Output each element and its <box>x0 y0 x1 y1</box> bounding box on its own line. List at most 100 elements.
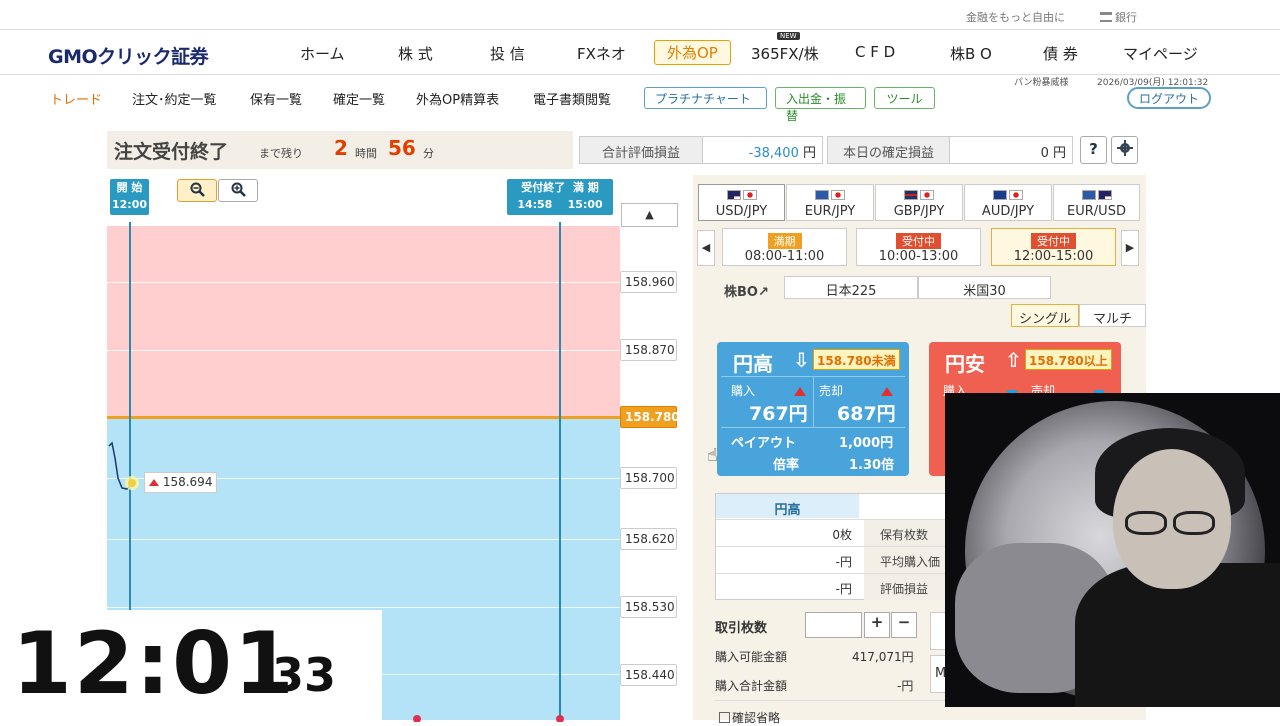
nav-365fx-label: 365FX/株 <box>751 45 819 63</box>
remaining-hours: 2 <box>334 136 348 160</box>
above-strike-zone <box>107 226 620 418</box>
close-time: 14:58 <box>517 198 553 211</box>
nav-cfd[interactable]: C F D <box>855 43 895 61</box>
next-session-button[interactable]: ▶ <box>1121 230 1139 266</box>
nav-fxneo[interactable]: FXネオ <box>577 43 626 64</box>
pair-label: GBP/JPY <box>893 204 945 219</box>
chart-markers <box>413 715 564 722</box>
positions-header: 円高 <box>716 494 859 518</box>
pair-eurusd[interactable]: EUR/USD <box>1053 184 1140 221</box>
nav-bonds[interactable]: 債 券 <box>1043 43 1078 64</box>
tagline-link[interactable]: 金融をもっと自由に <box>966 9 1065 25</box>
session-1200[interactable]: 受付中 12:00-15:00 <box>991 228 1116 266</box>
subnav-orders[interactable]: 注文･約定一覧 <box>132 89 217 108</box>
yen-high-card[interactable]: 円高 ⇩ 158.780未満 購入 売却 767円 687円 ペイアウト 1,0… <box>717 342 909 476</box>
expiry-time: 15:00 <box>567 198 603 211</box>
pair-audjpy[interactable]: AUD/JPY <box>964 184 1052 221</box>
pair-gbpjpy[interactable]: GBP/JPY <box>875 184 963 221</box>
help-button[interactable]: ? <box>1080 136 1107 164</box>
subnav-statement[interactable]: 外為OP精算表 <box>416 89 499 108</box>
session-0800[interactable]: 満期 08:00-11:00 <box>722 228 847 266</box>
tools-button[interactable]: ツール <box>874 87 935 109</box>
avail-value: 417,071円 <box>852 650 914 664</box>
nav-stocks[interactable]: 株 式 <box>398 43 433 64</box>
session-time: 08:00-11:00 <box>744 249 825 264</box>
pair-eurjpy[interactable]: EUR/JPY <box>786 184 874 221</box>
nav-fx-option[interactable]: 外為OP <box>654 40 731 65</box>
kabubo-link[interactable]: 株BO↗ <box>724 281 769 300</box>
close-expiry-labels: 受付終了 満 期 <box>507 179 613 196</box>
nav-funds[interactable]: 投 信 <box>490 43 525 64</box>
logout-button[interactable]: ログアウト <box>1127 87 1212 109</box>
uk-flag-icon <box>904 190 918 200</box>
today-pl-box: 本日の確定損益 0 円 <box>827 136 1073 164</box>
scroll-up-button[interactable]: ▲ <box>621 203 678 227</box>
session-1000[interactable]: 受付中 10:00-13:00 <box>856 228 981 266</box>
pair-label: AUD/JPY <box>981 204 1035 219</box>
subnav-holdings[interactable]: 保有一覧 <box>250 89 302 108</box>
session-badge: 受付中 <box>1031 233 1076 249</box>
buy-price[interactable]: 767円 <box>749 399 808 426</box>
y-tick: 158.700 <box>620 467 677 489</box>
platinum-chart-button[interactable]: プラチナチャート <box>644 87 767 109</box>
skip-confirm-checkbox[interactable]: 確認省略 <box>719 709 780 726</box>
webcam-overlay <box>945 393 1280 707</box>
zoom-out-button[interactable] <box>177 179 217 202</box>
session-time: 12:00-15:00 <box>1013 249 1094 264</box>
yen-high-title: 円高 <box>733 352 773 376</box>
qty-minus-button[interactable]: − <box>891 612 917 638</box>
yen-low-condition: 158.780以上 <box>1025 349 1112 370</box>
flag-icons <box>965 189 1051 201</box>
eu-flag-icon <box>1081 190 1096 200</box>
strike-price-label: 158.780 <box>620 406 680 428</box>
nav-kabubo[interactable]: 株B O <box>950 43 992 64</box>
divider <box>813 376 814 428</box>
start-tag: 開 始 12:00 <box>110 179 149 215</box>
avail-label: 購入可能金額 <box>715 650 788 664</box>
remaining-label: まで残り <box>259 147 303 160</box>
qty-input[interactable] <box>805 612 862 638</box>
rate-value: 1.30倍 <box>849 458 895 473</box>
total-pl-value: -38,400 <box>748 146 799 161</box>
logo[interactable]: GMOクリック証券 <box>48 42 209 69</box>
single-mode-button[interactable]: シングル <box>1011 304 1079 327</box>
total-pl-value-wrap: -38,400 円 <box>749 142 816 161</box>
holdings-label: 保有枚数 <box>864 520 948 546</box>
nav-mypage[interactable]: マイページ <box>1123 43 1198 64</box>
jp-flag-icon <box>920 190 934 200</box>
multi-mode-button[interactable]: マルチ <box>1079 304 1146 327</box>
us-flag-icon <box>1097 190 1112 200</box>
avg-price-value: -円 <box>835 555 852 569</box>
nikkei225-button[interactable]: 日本225 <box>784 276 918 299</box>
sell-price[interactable]: 687円 <box>837 399 896 426</box>
hand-cursor-icon: ☝ <box>707 445 718 466</box>
subnav-trade[interactable]: トレード <box>50 89 102 108</box>
session-badge: 受付中 <box>896 233 941 249</box>
divider <box>715 700 947 701</box>
eval-pl-value: -円 <box>835 582 852 596</box>
up-triangle-icon <box>881 381 893 400</box>
nav-365fx[interactable]: NEW 365FX/株 <box>751 32 819 64</box>
subnav-settled[interactable]: 確定一覧 <box>333 89 385 108</box>
strike-line <box>107 416 620 419</box>
y-tick: 158.620 <box>620 528 677 550</box>
bank-link[interactable]: 銀行 <box>1100 9 1137 25</box>
qty-plus-button[interactable]: + <box>864 612 890 638</box>
zoom-in-button[interactable] <box>218 179 258 202</box>
settings-button[interactable] <box>1111 136 1138 164</box>
flag-icons <box>1054 189 1139 201</box>
pair-usdjpy[interactable]: USD/JPY <box>698 184 785 221</box>
zoom-in-icon <box>231 182 246 197</box>
clock-seconds: 33 <box>272 648 337 702</box>
minutes-unit: 分 <box>423 147 434 160</box>
table-row: 0枚 保有枚数 <box>716 519 948 546</box>
y-tick: 158.440 <box>620 664 677 686</box>
prev-session-button[interactable]: ◀ <box>697 230 715 266</box>
total-pl-label: 合計評価損益 <box>580 137 703 163</box>
pair-label: USD/JPY <box>715 204 768 219</box>
subnav-documents[interactable]: 電子書類閲覧 <box>533 89 611 108</box>
sub-nav: トレード 注文･約定一覧 保有一覧 確定一覧 外為OP精算表 電子書類閲覧 プラ… <box>0 76 1280 123</box>
nav-home[interactable]: ホーム <box>300 43 345 64</box>
us30-button[interactable]: 米国30 <box>918 276 1051 299</box>
deposit-transfer-button[interactable]: 入出金・振替 <box>775 87 866 123</box>
